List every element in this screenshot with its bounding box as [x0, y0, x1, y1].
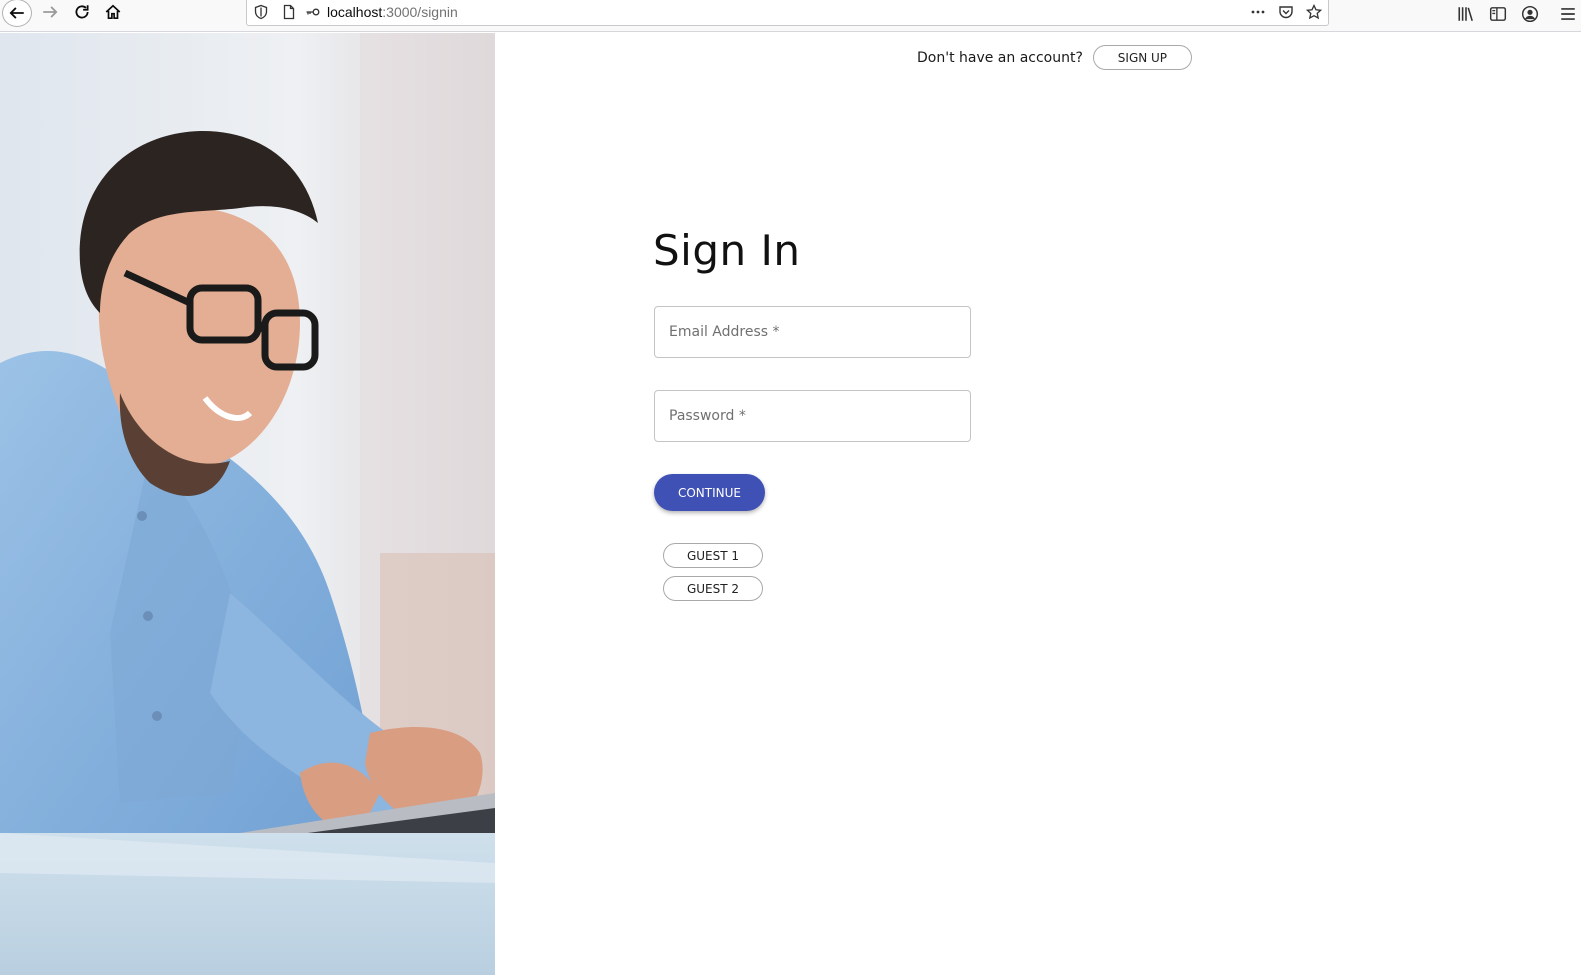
url-host: localhost	[327, 4, 383, 20]
back-arrow-icon[interactable]	[2, 0, 32, 27]
page-title: Sign In	[653, 226, 801, 275]
hero-image	[0, 33, 495, 975]
home-icon[interactable]	[98, 0, 128, 24]
email-input[interactable]	[655, 307, 970, 357]
star-icon[interactable]	[1305, 3, 1323, 21]
email-field[interactable]	[654, 306, 971, 358]
guest-1-button[interactable]: GUEST 1	[663, 543, 763, 568]
forward-arrow-icon[interactable]	[35, 0, 65, 24]
sidebar-icon[interactable]	[1483, 2, 1513, 26]
shield-icon[interactable]	[252, 3, 270, 21]
url-path: :3000/signin	[382, 4, 458, 20]
menu-icon[interactable]	[1553, 2, 1581, 26]
signup-prompt-text: Don't have an account?	[917, 49, 1083, 66]
password-input[interactable]	[655, 391, 970, 441]
account-icon[interactable]	[1515, 2, 1545, 26]
continue-button[interactable]: CONTINUE	[654, 474, 765, 511]
guest-2-button[interactable]: GUEST 2	[663, 576, 763, 601]
pocket-icon[interactable]	[1277, 3, 1295, 21]
more-icon[interactable]	[1249, 3, 1267, 21]
url-text: localhost:3000/signin	[327, 4, 458, 20]
page-icon[interactable]	[280, 3, 298, 21]
url-bar[interactable]: localhost:3000/signin	[246, 0, 1329, 26]
reload-icon[interactable]	[67, 0, 97, 24]
key-icon[interactable]	[304, 3, 322, 21]
sign-up-button[interactable]: SIGN UP	[1092, 45, 1192, 70]
password-field[interactable]	[654, 390, 971, 442]
library-icon[interactable]	[1451, 2, 1481, 26]
browser-toolbar: localhost:3000/signin	[0, 0, 1581, 32]
signup-prompt: Don't have an account? SIGN UP	[917, 45, 1192, 70]
